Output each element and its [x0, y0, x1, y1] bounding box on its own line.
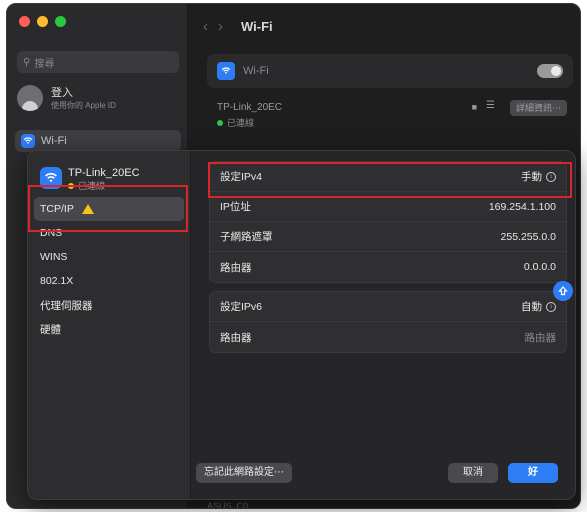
close-button[interactable]	[19, 16, 30, 27]
tab-label: 代理伺服器	[40, 299, 93, 312]
details-button[interactable]: 詳細資訊⋯	[509, 100, 567, 116]
subnet-mask-field[interactable]: 255.255.0.0	[501, 231, 556, 243]
upload-icon[interactable]	[553, 281, 573, 301]
avatar	[17, 84, 43, 111]
configure-ipv4-highlight	[208, 162, 572, 198]
wifi-row-label: Wi-Fi	[243, 65, 269, 77]
popup-chevron-icon[interactable]: ↕	[546, 301, 556, 312]
apple-id-account[interactable]: 登入 使用你的 Apple ID	[17, 84, 116, 111]
back-chevron-icon[interactable]: ‹	[203, 18, 208, 35]
ipv6-router-row: 路由器 路由器	[210, 322, 566, 352]
lock-icon: ■	[471, 102, 477, 112]
configure-ipv6-value: 自動	[521, 301, 542, 313]
search-input[interactable]: ⚲ 搜尋	[17, 51, 179, 73]
ipv6-router-label: 路由器	[220, 331, 252, 344]
network-status: 已連線	[227, 118, 255, 128]
connected-dot-icon	[217, 120, 223, 126]
tab-label: 硬體	[40, 323, 61, 336]
tab-wins[interactable]: WINS	[34, 245, 184, 269]
search-placeholder: 搜尋	[34, 58, 55, 70]
wifi-icon	[21, 134, 35, 148]
cancel-button[interactable]: 取消	[448, 463, 498, 483]
ipv6-router-field[interactable]: 路由器	[525, 330, 557, 345]
account-name: 登入	[51, 87, 73, 99]
configure-ipv6-label: 設定IPv6	[220, 301, 263, 313]
zoom-button[interactable]	[55, 16, 66, 27]
subnet-mask-row: 子網路遮罩 255.255.0.0	[210, 222, 566, 252]
window-controls	[19, 16, 66, 27]
tab-proxy[interactable]: 代理伺服器	[34, 293, 184, 317]
forget-network-button[interactable]: 忘記此網路設定⋯	[196, 463, 292, 483]
router-row: 路由器 0.0.0.0	[210, 252, 566, 282]
subnet-mask-label: 子網路遮罩	[220, 231, 273, 243]
search-icon: ⚲	[23, 56, 31, 68]
toolbar: ‹ › Wi-Fi	[187, 4, 580, 48]
tcpip-tab-highlight	[28, 185, 188, 232]
minimize-button[interactable]	[37, 16, 48, 27]
tab-label: 802.1X	[40, 275, 74, 287]
bottom-network-hint: ASUS_C0	[207, 501, 249, 509]
tab-hardware[interactable]: 硬體	[34, 317, 184, 341]
wifi-toggle[interactable]	[537, 64, 563, 78]
ipv6-group: 設定IPv6 自動 ↕ 路由器 路由器	[209, 291, 567, 353]
configure-ipv6-row[interactable]: 設定IPv6 自動 ↕	[210, 292, 566, 322]
router-label: 路由器	[220, 261, 252, 274]
sidebar-item-label: Wi-Fi	[41, 135, 67, 147]
sheet-network-name: TP-Link_20EC	[68, 167, 140, 179]
account-subtitle: 使用你的 Apple ID	[51, 101, 116, 110]
page-title: Wi-Fi	[241, 18, 273, 34]
wifi-signal-icon: ☰	[486, 100, 495, 111]
ok-button[interactable]: 好	[508, 463, 558, 483]
ip-address-label: IP位址	[220, 201, 251, 213]
wifi-icon	[217, 62, 235, 80]
router-field[interactable]: 0.0.0.0	[524, 261, 556, 273]
connected-network-row[interactable]: TP-Link_20EC 已連線 ■ ☰ 詳細資訊⋯	[207, 96, 573, 136]
tab-label: WINS	[40, 251, 68, 263]
wifi-toggle-row: Wi-Fi	[207, 54, 573, 88]
forward-chevron-icon[interactable]: ›	[218, 18, 223, 35]
sidebar-item-wifi[interactable]: Wi-Fi	[15, 130, 181, 152]
ip-address-field[interactable]: 169.254.1.100	[489, 201, 556, 213]
tab-8021x[interactable]: 802.1X	[34, 269, 184, 293]
